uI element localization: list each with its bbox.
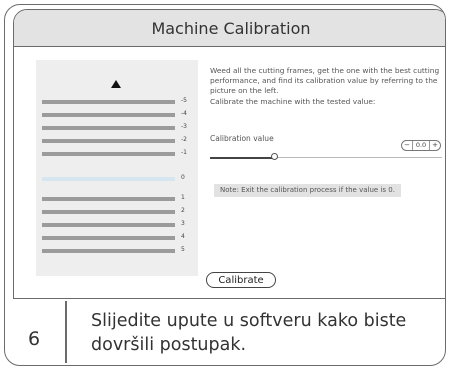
slider-thumb[interactable] xyxy=(270,153,278,160)
frame-label: 3 xyxy=(181,220,185,227)
decrement-button[interactable]: − xyxy=(402,141,412,150)
step-text: Slijedite upute u softveru kako biste do… xyxy=(91,311,407,355)
frame-label: -2 xyxy=(181,136,187,143)
frame-label: 5 xyxy=(181,246,185,253)
frame-label: 0 xyxy=(181,174,185,181)
calibration-value-label: Calibration value xyxy=(210,134,274,143)
note-banner: Note: Exit the calibration process if th… xyxy=(214,184,401,197)
frame-label: 1 xyxy=(181,194,185,201)
up-arrow-icon xyxy=(111,80,121,88)
calibrate-button[interactable]: Calibrate xyxy=(206,272,276,288)
frame-label: -3 xyxy=(181,123,187,130)
frame-bar xyxy=(42,210,175,214)
frame-bar xyxy=(42,126,175,130)
slider-fill xyxy=(210,156,275,159)
increment-button[interactable]: + xyxy=(430,141,440,150)
step-number: 6 xyxy=(28,328,41,350)
instructions-text: Weed all the cutting frames, get the one… xyxy=(210,66,440,106)
frame-label: -1 xyxy=(181,149,187,156)
cutting-frames-preview: -5 -4 -3 -2 -1 0 1 2 3 4 5 xyxy=(36,60,198,276)
frame-bar xyxy=(42,197,175,201)
frame-bar xyxy=(42,100,175,104)
window-title: Machine Calibration xyxy=(14,10,445,47)
calibration-window: Machine Calibration -5 -4 -3 -2 -1 0 1 2 3 4 5 Wee… xyxy=(13,9,445,299)
frame-label: -5 xyxy=(181,97,187,104)
step-divider xyxy=(65,301,67,363)
step-instruction: 6 Slijedite upute u softveru kako biste … xyxy=(5,295,445,365)
frame-label: 2 xyxy=(181,207,185,214)
frame-bar xyxy=(42,113,175,117)
frame-bar xyxy=(42,223,175,227)
calibration-slider[interactable] xyxy=(210,153,442,160)
frame-label: 4 xyxy=(181,233,185,240)
frame-bar xyxy=(42,177,175,181)
calibration-value-stepper[interactable]: − 0.0 + xyxy=(401,140,441,151)
calibration-value-field[interactable]: 0.0 xyxy=(412,141,430,150)
frame-bar xyxy=(42,152,175,156)
frame-bar xyxy=(42,249,175,253)
instruction-card: Machine Calibration -5 -4 -3 -2 -1 0 1 2 3 4 5 Wee… xyxy=(4,4,446,366)
frame-label: -4 xyxy=(181,110,187,117)
frame-bar xyxy=(42,236,175,240)
frame-bar xyxy=(42,139,175,143)
